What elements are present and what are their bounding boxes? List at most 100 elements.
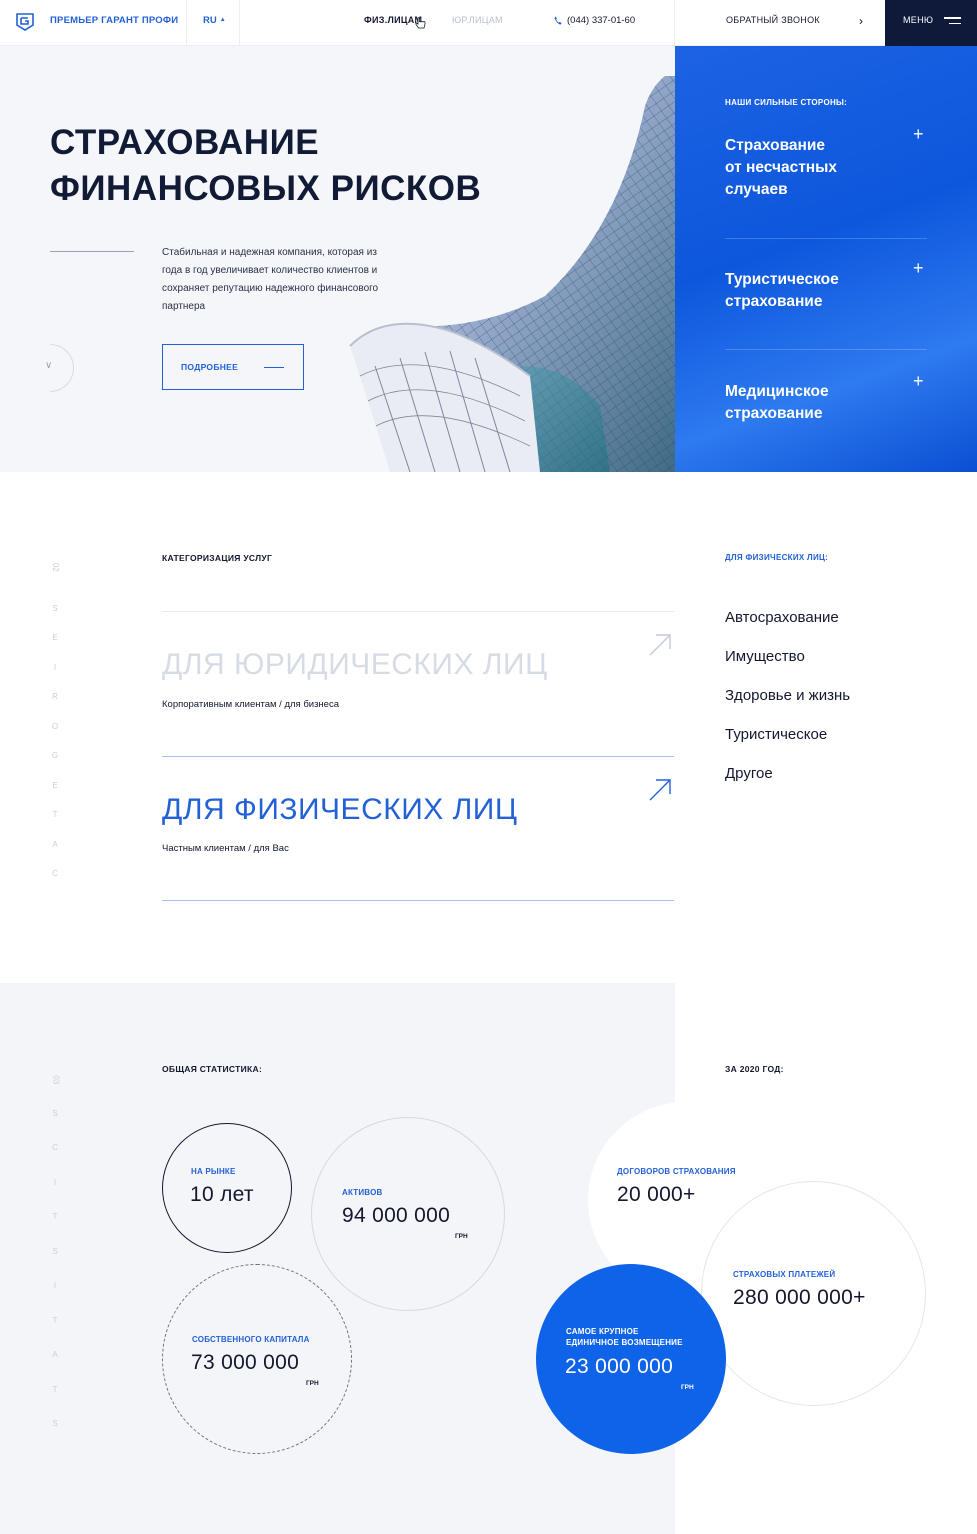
stat-label: НА РЫНКЕ	[191, 1167, 236, 1176]
strength-item[interactable]: Туристическое страхование	[725, 269, 925, 313]
brand-name[interactable]: ПРЕМЬЕР ГАРАНТ ПРОФИ	[50, 15, 178, 26]
hero-title: СТРАХОВАНИЕ ФИНАНСОВЫХ РИСКОВ	[50, 120, 490, 212]
stat-value: 94 000 000	[342, 1204, 451, 1227]
strength-item-line: Страхование	[725, 137, 826, 154]
stat-label-line: САМОЕ КРУПНОЕ	[566, 1327, 639, 1336]
vertical-letter: I	[53, 1281, 57, 1290]
plus-icon[interactable]: +	[913, 124, 924, 145]
strength-item-line: Медицинское	[725, 383, 829, 400]
phone-icon	[554, 16, 562, 25]
header-divider	[239, 0, 240, 46]
plus-icon[interactable]: +	[913, 258, 924, 279]
strength-item-line: страхование	[725, 293, 823, 310]
vertical-letter: I	[53, 1177, 57, 1187]
section-number: 03	[51, 1075, 61, 1085]
category-legal-title[interactable]: ДЛЯ ЮРИДИЧЕСКИХ ЛИЦ	[162, 648, 548, 682]
stat-label: СОБСТВЕННОГО КАПИТАЛА	[192, 1335, 310, 1344]
strengths-caption: НАШИ СИЛЬНЫЕ СТОРОНЫ:	[725, 98, 848, 107]
stat-label-line: ЕДИНИЧНОЕ ВОЗМЕЩЕНИЕ	[566, 1338, 683, 1347]
stat-unit: ГРН	[455, 1233, 468, 1240]
chevron-right-icon: ›	[859, 14, 863, 28]
divider-line	[162, 900, 674, 901]
physical-list-item[interactable]: Имущество	[725, 648, 805, 665]
strength-item[interactable]: Страхование от несчастных случаев	[725, 135, 925, 201]
hamburger-icon	[944, 17, 961, 26]
category-physical-title[interactable]: ДЛЯ ФИЗИЧЕСКИХ ЛИЦ	[162, 793, 518, 827]
arrow-up-right-icon[interactable]	[648, 633, 672, 657]
stat-unit: ГРН	[681, 1384, 694, 1391]
caret-up-icon: ▲	[219, 17, 226, 23]
vertical-letter: E	[52, 780, 58, 790]
vertical-letter: A	[52, 839, 58, 849]
hero-section: СТРАХОВАНИЕ ФИНАНСОВЫХ РИСКОВ Стабильная…	[0, 46, 977, 472]
more-button-label: ПОДРОБНЕЕ	[181, 362, 239, 372]
vertical-letter: T	[52, 1384, 58, 1394]
physical-list-item[interactable]: Туристическое	[725, 726, 827, 743]
strength-item-line: от несчастных	[725, 159, 838, 176]
vertical-letter: T	[52, 1315, 58, 1325]
hero-description: Стабильная и надежная компания, которая …	[162, 247, 379, 312]
physical-list-item[interactable]: Здоровье и жизнь	[725, 687, 850, 704]
hero-title-line: ФИНАНСОВЫХ РИСКОВ	[50, 169, 482, 208]
vertical-letter: C	[52, 869, 58, 878]
site-header: ПРЕМЬЕР ГАРАНТ ПРОФИ RU ▲ ФИЗ.ЛИЦАМ ЮР.ЛИ…	[0, 0, 977, 46]
callback-button[interactable]: ОБРАТНЫЙ ЗВОНОК ›	[674, 0, 885, 46]
vertical-letter: O	[51, 721, 59, 731]
stats-year-label: ЗА 2020 ГОД:	[725, 1064, 784, 1074]
vertical-letter: I	[53, 662, 57, 672]
stat-label: СТРАХОВЫХ ПЛАТЕЖЕЙ	[733, 1270, 836, 1279]
stat-value: 280 000 000+	[733, 1286, 866, 1309]
menu-button[interactable]: МЕНЮ	[885, 0, 977, 46]
language-label: RU	[203, 15, 217, 26]
phone-number[interactable]: (044) 337-01-60	[567, 15, 635, 26]
stat-label: САМОЕ КРУПНОЕ ЕДИНИЧНОЕ ВОЗМЕЩЕНИЕ	[566, 1326, 683, 1348]
categories-label: КАТЕГОРИЗАЦИЯ УСЛУГ	[162, 553, 273, 563]
chevron-down-icon: ∨	[45, 360, 53, 371]
stats-vertical-label: 03 S C I T S I T A T S	[51, 1062, 60, 1442]
plus-icon[interactable]: +	[913, 371, 924, 392]
hero-title-line: СТРАХОВАНИЕ	[50, 123, 320, 162]
stats-label: ОБЩАЯ СТАТИСТИКА:	[162, 1064, 263, 1074]
stat-value: 73 000 000	[191, 1351, 300, 1374]
stat-label: ДОГОВОРОВ СТРАХОВАНИЯ	[617, 1167, 736, 1176]
nav-individuals[interactable]: ФИЗ.ЛИЦАМ	[364, 15, 422, 25]
stat-unit: ГРН	[306, 1380, 319, 1387]
menu-label: МЕНЮ	[903, 15, 934, 25]
header-divider	[186, 0, 187, 46]
shield-logo-icon[interactable]	[15, 12, 35, 32]
stat-label: АКТИВОВ	[342, 1188, 383, 1197]
hero-divider-line	[50, 251, 134, 252]
hand-cursor-icon	[415, 17, 426, 29]
physical-list-label: ДЛЯ ФИЗИЧЕСКИХ ЛИЦ:	[725, 553, 829, 562]
divider-line	[162, 756, 674, 757]
strength-item[interactable]: Медицинское страхование	[725, 381, 925, 425]
vertical-letter: E	[52, 633, 58, 642]
vertical-letter: G	[51, 751, 59, 760]
callback-label: ОБРАТНЫЙ ЗВОНОК	[726, 15, 820, 25]
section-number: 02	[50, 562, 60, 572]
vertical-letter: S	[52, 1419, 58, 1428]
vertical-letter: A	[52, 1350, 58, 1359]
strength-divider	[725, 349, 927, 350]
stat-value: 10 лет	[190, 1183, 254, 1206]
vertical-letter: R	[52, 692, 58, 701]
vertical-letter: C	[52, 1143, 58, 1152]
physical-list-item[interactable]: Автосрахование	[725, 609, 839, 626]
physical-list-item[interactable]: Другое	[725, 765, 773, 782]
strength-divider	[725, 238, 927, 239]
line-arrow-icon	[264, 367, 284, 368]
more-button[interactable]: ПОДРОБНЕЕ	[162, 344, 304, 390]
strength-item-line: Туристическое	[725, 271, 839, 288]
arrow-up-right-icon[interactable]	[648, 778, 672, 802]
nav-companies[interactable]: ЮР.ЛИЦАМ	[452, 15, 503, 25]
stat-value: 20 000+	[617, 1183, 696, 1206]
stat-value: 23 000 000	[565, 1355, 674, 1378]
vertical-letter: T	[52, 810, 58, 819]
strengths-panel: НАШИ СИЛЬНЫЕ СТОРОНЫ: Страхование от нес…	[675, 46, 977, 472]
language-selector[interactable]: RU ▲	[203, 15, 226, 26]
strength-item-line: страхование	[725, 405, 823, 422]
strength-item-line: случаев	[725, 181, 788, 198]
vertical-letter: S	[52, 603, 58, 613]
divider-line	[162, 611, 674, 612]
category-legal-subtitle: Корпоративным клиентам / для бизнеса	[162, 699, 339, 710]
